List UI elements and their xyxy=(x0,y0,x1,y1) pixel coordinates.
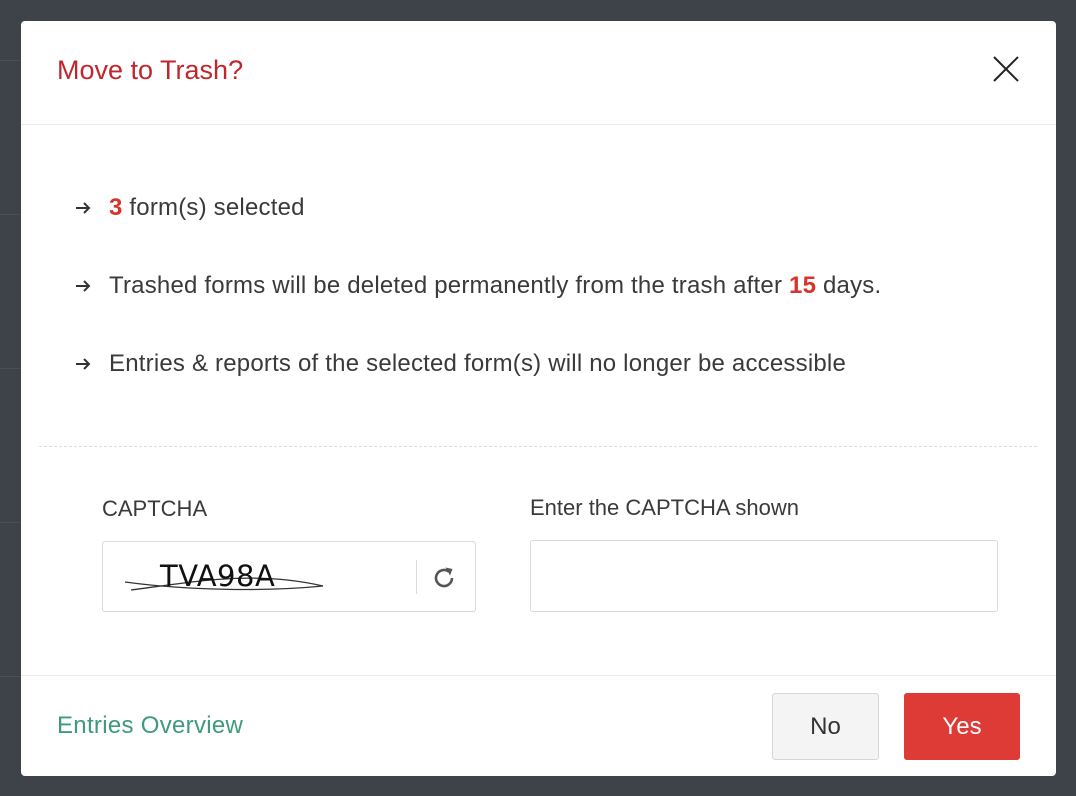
captcha-input-label: Enter the CAPTCHA shown xyxy=(530,495,800,520)
captcha-display: TVA98A xyxy=(102,541,476,612)
arrow-right-icon xyxy=(75,357,109,371)
close-icon xyxy=(993,56,1019,82)
divider xyxy=(39,446,1037,447)
trash-retention-days: 15 xyxy=(789,272,817,299)
captcha-code: TVA98A xyxy=(160,559,276,593)
dialog-header: Move to Trash? xyxy=(21,21,1056,125)
trash-retention-prefix: Trashed forms will be deleted permanentl… xyxy=(109,272,790,299)
refresh-captcha-button[interactable] xyxy=(428,562,460,594)
move-to-trash-dialog: Move to Trash? 3 form(s) selected Trashe… xyxy=(21,21,1056,776)
trash-retention-row: Trashed forms will be deleted permanentl… xyxy=(75,269,881,303)
selected-count-label: form(s) selected xyxy=(122,194,305,221)
refresh-icon xyxy=(434,567,454,588)
dialog-title: Move to Trash? xyxy=(57,55,244,85)
captcha-input[interactable] xyxy=(530,540,998,612)
arrow-right-icon xyxy=(75,201,109,215)
yes-button[interactable]: Yes xyxy=(904,693,1020,760)
entries-access-text: Entries & reports of the selected form(s… xyxy=(109,350,846,377)
dialog-footer: Entries Overview No Yes xyxy=(21,675,1056,776)
selected-count: 3 xyxy=(109,194,123,221)
captcha-image: TVA98A xyxy=(123,556,333,596)
selected-count-row: 3 form(s) selected xyxy=(75,191,305,225)
close-button[interactable] xyxy=(987,50,1025,88)
no-button[interactable]: No xyxy=(772,693,879,760)
trash-retention-suffix: days. xyxy=(816,272,882,299)
captcha-separator xyxy=(416,560,417,594)
arrow-right-icon xyxy=(75,279,109,293)
entries-access-row: Entries & reports of the selected form(s… xyxy=(75,347,846,381)
captcha-label: CAPTCHA xyxy=(102,496,208,521)
entries-overview-link[interactable]: Entries Overview xyxy=(57,712,243,740)
